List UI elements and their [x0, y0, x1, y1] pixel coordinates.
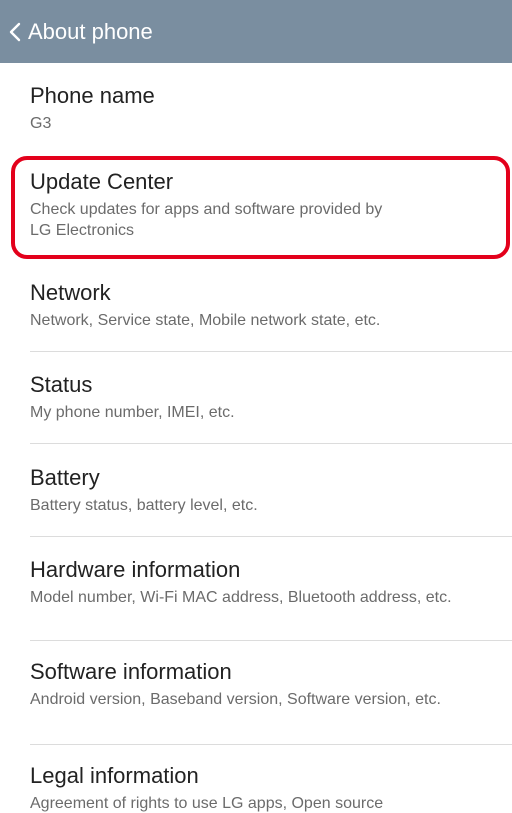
list-item-update-center[interactable]: Update Center Check updates for apps and… [0, 169, 512, 241]
divider [30, 744, 512, 745]
divider [30, 536, 512, 537]
page-title: About phone [28, 19, 153, 44]
chevron-left-icon [9, 22, 21, 41]
item-title: Status [30, 372, 93, 397]
item-subtitle: Network, Service state, Mobile network s… [30, 312, 381, 329]
item-title: Battery [30, 465, 100, 490]
item-subtitle: Model number, Wi-Fi MAC address, Bluetoo… [30, 589, 452, 606]
divider [30, 443, 512, 444]
divider [30, 640, 512, 641]
item-title: Phone name [30, 83, 155, 108]
list-item-battery[interactable]: Battery Battery status, battery level, e… [0, 465, 512, 516]
item-subtitle: Android version, Baseband version, Softw… [30, 691, 441, 708]
item-title: Hardware information [30, 557, 241, 582]
item-subtitle: Agreement of rights to use LG apps, Open… [30, 795, 384, 812]
list-item-network[interactable]: Network Network, Service state, Mobile n… [0, 280, 512, 331]
list-item-phone-name[interactable]: Phone name G3 [0, 83, 512, 134]
divider [30, 351, 512, 352]
back-button[interactable] [0, 0, 28, 63]
item-subtitle: My phone number, IMEI, etc. [30, 404, 235, 421]
list-item-hardware-information[interactable]: Hardware information Model number, Wi-Fi… [0, 557, 512, 608]
item-title: Software information [30, 659, 232, 684]
list-item-software-information[interactable]: Software information Android version, Ba… [0, 659, 512, 710]
item-subtitle: Check updates for apps and software prov… [30, 201, 383, 239]
list-item-legal-information[interactable]: Legal information Agreement of rights to… [0, 763, 512, 813]
item-title: Network [30, 280, 111, 305]
about-phone-screen: About phone Phone name G3 Update Center … [0, 0, 512, 813]
item-title: Legal information [30, 763, 199, 788]
item-title: Update Center [30, 169, 174, 194]
item-subtitle: G3 [30, 115, 52, 132]
item-subtitle: Battery status, battery level, etc. [30, 497, 258, 514]
action-bar: About phone [0, 0, 512, 63]
list-item-status[interactable]: Status My phone number, IMEI, etc. [0, 372, 512, 423]
